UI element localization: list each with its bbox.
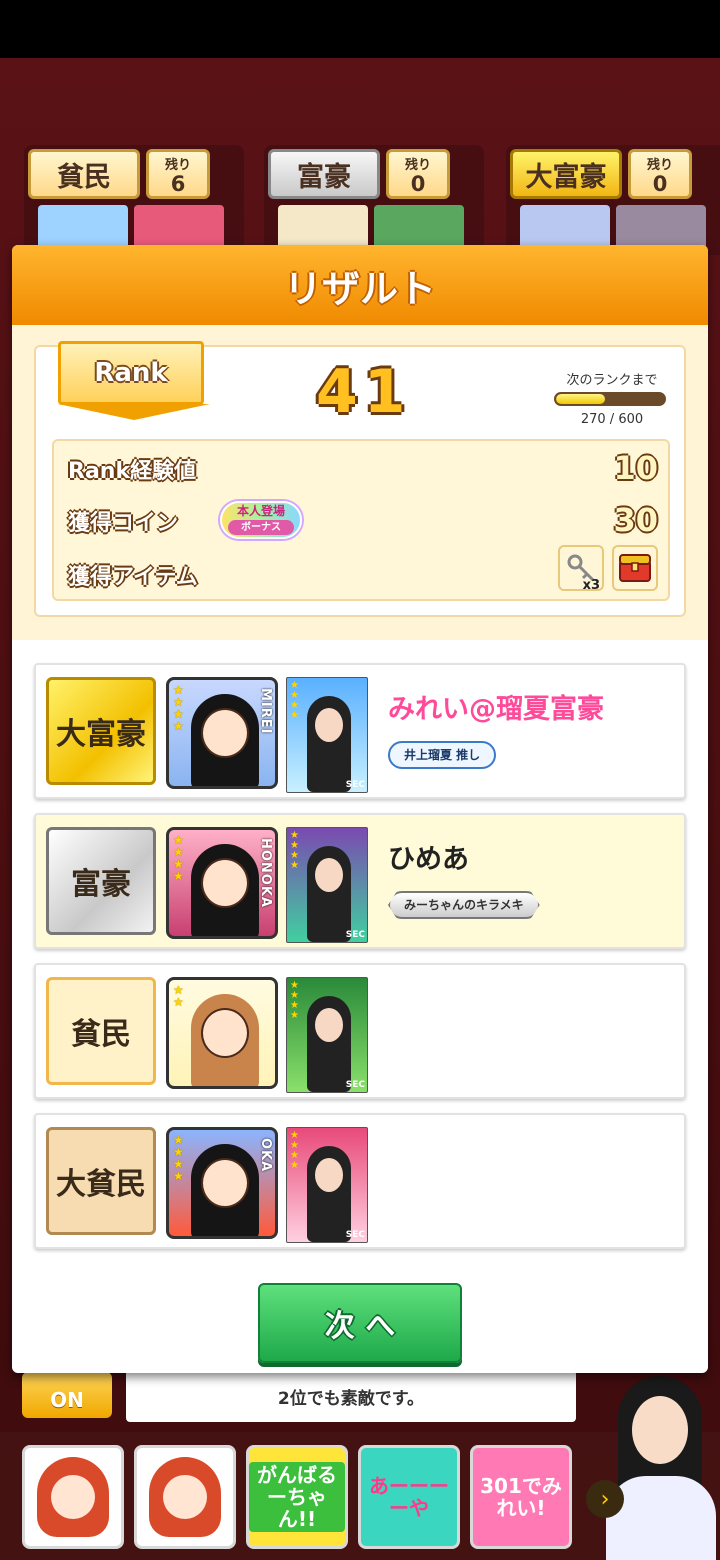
avatar-name: OKA	[258, 1138, 273, 1173]
stamp-face-2[interactable]	[134, 1445, 236, 1549]
result-row-2: 富豪 ★ ★ ★ ★ HONOKA ★ ★ ★ ★ SEC ひめあ みーちゃんのキラメキ	[34, 813, 686, 949]
rank-section: Rank 41 次のランクまで 270 / 600 Rank経験値 10 獲得コ…	[12, 325, 708, 640]
bg-player-remain: 残り 0	[386, 149, 450, 199]
photo-card: ★ ★ ★ ★ SEC	[286, 677, 368, 793]
modal-title: リザルト	[283, 266, 436, 311]
remain-label: 残り	[646, 158, 673, 173]
on-toggle-button[interactable]: ON	[22, 1372, 112, 1418]
key-item: x3	[558, 545, 604, 593]
stamp-ganbaru[interactable]: がんばるーちゃん!!	[246, 1445, 348, 1549]
rank-progress-bar	[554, 392, 666, 406]
rank-title-badge: 富豪	[46, 827, 156, 935]
photo-card: ★ ★ ★ ★ SEC	[286, 977, 368, 1093]
chevron-right-icon[interactable]: ›	[586, 1480, 624, 1518]
player-name: みれい@瑠夏富豪	[388, 694, 604, 725]
stat-row-coin: 獲得コイン 本人登場 ボーナス 30	[68, 501, 658, 541]
avatar-name: HONOKA	[258, 838, 273, 908]
rank-label: Rank	[94, 358, 168, 388]
player-tag: みーちゃんのキラメキ	[388, 891, 540, 919]
next-rank-progress: 次のランクまで 270 / 600	[554, 369, 670, 427]
photo-card: ★ ★ ★ ★ SEC	[286, 827, 368, 943]
star-icon: ★ ★ ★ ★	[290, 980, 299, 1021]
remain-label: 残り	[164, 158, 191, 173]
stamp-text: 301でみれい!	[480, 1474, 562, 1520]
bg-player-title: 貧民	[28, 149, 140, 199]
rank-progress-text: 270 / 600	[580, 412, 644, 427]
bonus-badge: 本人登場 ボーナス	[220, 501, 302, 539]
photo-card: ★ ★ ★ ★ SEC	[286, 1127, 368, 1243]
coin-label: 獲得コイン	[68, 511, 179, 536]
star-icon: ★ ★ ★ ★	[290, 680, 299, 721]
result-row-1: 大富豪 ★ ★ ★ ★ MIREI ★ ★ ★ ★ SEC みれい@瑠夏富豪 井上瑠夏 推し	[34, 663, 686, 799]
star-icon: ★ ★ ★ ★	[290, 1130, 299, 1171]
stamp-face-1[interactable]	[22, 1445, 124, 1549]
item-label: 獲得アイテム	[68, 565, 198, 590]
avatar-card: ★ ★ ★ ★ OKA	[166, 1127, 278, 1239]
result-row-3: 貧民 ★ ★ ★ ★ ★ ★ SEC	[34, 963, 686, 1099]
avatar-card: ★ ★ ★ ★ MIREI	[166, 677, 278, 789]
remain-count: 0	[652, 172, 668, 196]
star-icon: ★ ★ ★ ★	[290, 830, 299, 871]
chest-item	[612, 545, 658, 591]
stamp-aya[interactable]: あーーーーや	[358, 1445, 460, 1549]
next-rank-label: 次のランクまで	[566, 373, 658, 388]
modal-header: リザルト	[12, 245, 708, 325]
bonus-line1: 本人登場	[236, 504, 285, 518]
character-face-icon	[37, 1457, 109, 1537]
remain-count: 6	[170, 172, 186, 196]
result-row-4: 大貧民 ★ ★ ★ ★ OKA ★ ★ ★ ★ SEC	[34, 1113, 686, 1249]
status-bar	[0, 0, 720, 58]
photo-sec-label: SEC	[345, 1080, 365, 1090]
stamp-text: がんばるーちゃん!!	[249, 1462, 345, 1532]
bg-player-3: 大富豪 残り 0	[506, 145, 720, 255]
rank-value: 41	[316, 357, 412, 427]
result-modal: リザルト Rank 41 次のランクまで 270 / 600 Rank経験値 1…	[12, 245, 708, 1373]
character-face-icon	[149, 1457, 221, 1537]
stamp-301[interactable]: 301でみれい!	[470, 1445, 572, 1549]
avatar-card: ★ ★	[166, 977, 278, 1089]
bg-player-title: 大富豪	[510, 149, 622, 199]
next-button[interactable]: 次 へ	[258, 1283, 462, 1363]
avatar-name: MIREI	[258, 688, 273, 735]
rank-title-badge: 貧民	[46, 977, 156, 1085]
photo-sec-label: SEC	[345, 1230, 365, 1240]
star-icon: ★ ★ ★ ★	[173, 683, 184, 733]
bg-player-remain: 残り 0	[628, 149, 692, 199]
player-tag: 井上瑠夏 推し	[388, 741, 497, 769]
bg-player-2: 富豪 残り 0	[264, 145, 484, 255]
bg-player-1: 貧民 残り 6	[24, 145, 244, 255]
rank-title-badge: 大貧民	[46, 1127, 156, 1235]
photo-sec-label: SEC	[345, 780, 365, 790]
next-button-label: 次 へ	[324, 1309, 396, 1344]
bonus-line2: ボーナス	[228, 520, 294, 535]
star-icon: ★ ★ ★ ★	[173, 833, 184, 883]
remain-label: 残り	[404, 158, 431, 173]
stats-box: Rank経験値 10 獲得コイン 本人登場 ボーナス 30 獲得アイテム x3	[52, 439, 670, 601]
exp-label: Rank経験値	[68, 459, 197, 484]
star-icon: ★ ★	[173, 983, 184, 1009]
rank-ribbon: Rank	[58, 341, 210, 420]
player-name: ひめあ	[388, 844, 469, 875]
stat-row-exp: Rank経験値 10	[68, 449, 658, 489]
photo-sec-label: SEC	[345, 930, 365, 940]
avatar-card: ★ ★ ★ ★ HONOKA	[166, 827, 278, 939]
stat-row-item: 獲得アイテム x3	[68, 545, 658, 595]
coin-value: 30	[613, 501, 658, 539]
stamp-text: あーーーーや	[369, 1474, 449, 1520]
treasure-chest-icon	[619, 554, 651, 582]
bg-player-title: 富豪	[268, 149, 380, 199]
key-count: x3	[582, 578, 600, 593]
rank-progress-fill	[556, 394, 605, 404]
chat-bubble: 2位でも素敵です。	[126, 1370, 576, 1422]
remain-count: 0	[410, 172, 426, 196]
rank-title-badge: 大富豪	[46, 677, 156, 785]
star-icon: ★ ★ ★ ★	[173, 1133, 184, 1183]
exp-value: 10	[613, 449, 658, 487]
bg-player-remain: 残り 6	[146, 149, 210, 199]
rank-panel: Rank 41 次のランクまで 270 / 600 Rank経験値 10 獲得コ…	[34, 341, 686, 617]
member-portrait	[600, 1372, 720, 1560]
